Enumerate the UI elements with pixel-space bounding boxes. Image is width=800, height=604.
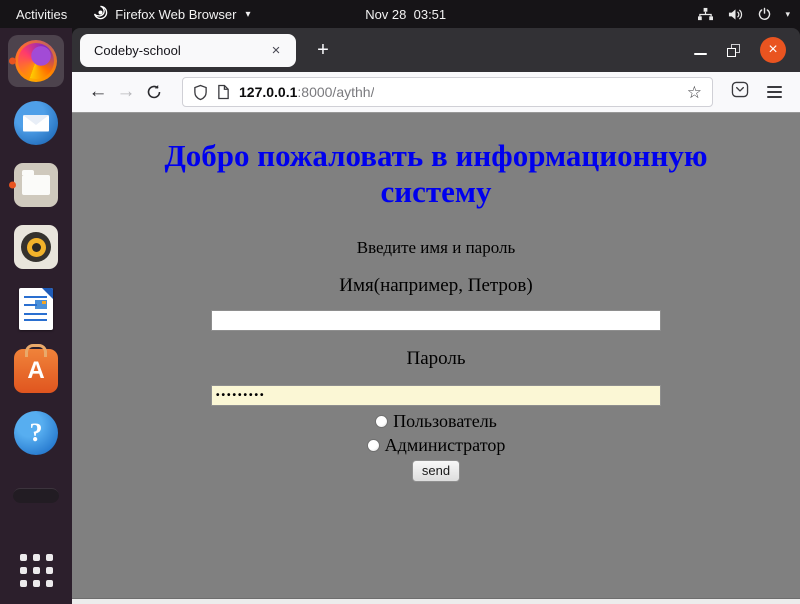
role-option-user[interactable]: Пользователь xyxy=(72,412,800,431)
url-host: 127.0.0.1 xyxy=(239,84,297,100)
url-path: :8000/aythh/ xyxy=(297,84,374,100)
files-icon xyxy=(14,163,58,207)
password-input[interactable] xyxy=(211,385,661,406)
name-label: Имя(например, Петров) xyxy=(72,275,800,297)
menu-hamburger-icon[interactable] xyxy=(767,86,782,98)
ubuntu-software-icon: A xyxy=(14,349,58,393)
dock-item-app-grid[interactable] xyxy=(8,544,64,596)
firefox-icon xyxy=(15,40,57,82)
password-label: Пароль xyxy=(72,348,800,370)
app-grid-icon xyxy=(20,554,53,587)
bookmark-star-icon[interactable]: ☆ xyxy=(687,84,702,101)
navigation-toolbar: ← → 127.0.0.1:8000/aythh/ ☆ xyxy=(72,72,800,113)
gnome-top-bar: Activities Firefox Web Browser ▾ Nov 28 … xyxy=(0,0,800,28)
page-viewport: Добро пожаловать в информационную систем… xyxy=(72,113,800,598)
thunderbird-icon xyxy=(14,101,58,145)
dock-item-thunderbird[interactable] xyxy=(8,97,64,149)
dock-item-files[interactable] xyxy=(8,159,64,211)
role-option-admin[interactable]: Администратор xyxy=(72,436,800,455)
tab-bar: Codeby-school × + × xyxy=(72,28,800,72)
volume-icon[interactable] xyxy=(727,7,744,22)
running-indicator xyxy=(9,58,16,65)
clock[interactable]: Nov 28 03:51 xyxy=(365,0,446,28)
window-bottom-edge xyxy=(72,598,800,604)
url-text: 127.0.0.1:8000/aythh/ xyxy=(239,84,374,100)
ubuntu-dock: A ? xyxy=(0,28,72,604)
tab-codeby-school[interactable]: Codeby-school × xyxy=(80,34,296,67)
dock-item-help[interactable]: ? xyxy=(8,407,64,459)
power-icon[interactable] xyxy=(757,7,772,22)
network-icon[interactable] xyxy=(697,7,714,22)
send-button[interactable]: send xyxy=(412,460,460,482)
dock-item-dark-app[interactable] xyxy=(8,469,64,521)
back-button[interactable]: ← xyxy=(84,78,112,106)
radio-user[interactable] xyxy=(375,415,388,428)
restore-button[interactable] xyxy=(727,44,740,57)
chevron-down-icon: ▾ xyxy=(245,9,250,20)
help-icon: ? xyxy=(14,411,58,455)
shield-icon[interactable] xyxy=(193,84,208,101)
new-tab-button[interactable]: + xyxy=(308,35,338,65)
page-title: Добро пожаловать в информационную систем… xyxy=(136,138,736,211)
running-indicator xyxy=(9,182,16,189)
dock-item-firefox[interactable] xyxy=(8,35,64,87)
address-bar[interactable]: 127.0.0.1:8000/aythh/ ☆ xyxy=(182,77,713,107)
tab-close-icon[interactable]: × xyxy=(266,40,286,60)
firefox-window: Codeby-school × + × ← → xyxy=(72,28,800,604)
login-instruction: Введите имя и пароль xyxy=(72,238,800,258)
forward-button[interactable]: → xyxy=(112,78,140,106)
tab-title: Codeby-school xyxy=(94,43,181,58)
libreoffice-writer-icon xyxy=(19,288,53,330)
rhythmbox-icon xyxy=(14,225,58,269)
radio-admin[interactable] xyxy=(367,439,380,452)
dark-app-icon xyxy=(13,488,59,503)
radio-user-label: Пользователь xyxy=(393,412,497,431)
reload-button[interactable] xyxy=(140,78,168,106)
dock-item-libreoffice-writer[interactable] xyxy=(8,283,64,335)
window-close-button[interactable]: × xyxy=(760,37,786,63)
activities-button[interactable]: Activities xyxy=(12,5,71,24)
system-menu-chevron-icon[interactable]: ▾ xyxy=(785,9,790,20)
pocket-icon[interactable] xyxy=(731,81,749,103)
dock-item-ubuntu-software[interactable]: A xyxy=(8,345,64,397)
page-info-icon[interactable] xyxy=(217,84,230,100)
firefox-mini-icon xyxy=(93,5,108,23)
name-input[interactable] xyxy=(211,310,661,331)
app-menu-button[interactable]: Firefox Web Browser ▾ xyxy=(93,5,250,23)
minimize-button[interactable] xyxy=(694,53,707,55)
radio-admin-label: Администратор xyxy=(385,436,506,455)
dock-item-rhythmbox[interactable] xyxy=(8,221,64,273)
app-menu-label: Firefox Web Browser xyxy=(115,7,236,22)
